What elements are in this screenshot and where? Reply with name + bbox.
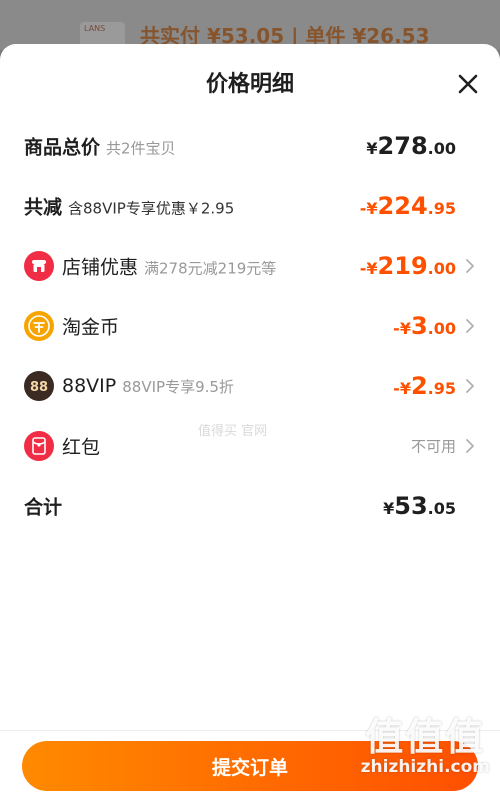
watermark-logo-text: 值值值 (365, 715, 486, 759)
site-watermark: 值值值 zhizhizhi.com (361, 717, 490, 777)
row-grand-total: 合计 ¥53.05 (24, 486, 476, 526)
row-total-price: 商品总价 共2件宝贝 ¥278.00 (24, 126, 476, 166)
store-discount-amount: -¥219.00 (359, 252, 456, 280)
faint-overlay-text: 值得买 官网 (198, 424, 268, 439)
chevron-right-icon (466, 439, 474, 453)
row-sub: 88VIP专享9.5折 (122, 378, 234, 396)
88vip-amount: -¥2.95 (393, 372, 456, 400)
close-icon (458, 74, 478, 94)
gold-coin-amount: -¥3.00 (393, 312, 456, 340)
row-label: 红包 (62, 436, 101, 459)
background-order-summary: LANS 共实付 ¥53.05 | 单件 ¥26.53 (0, 0, 500, 50)
row-label: 88VIP (62, 375, 117, 397)
88vip-icon: 88 (24, 371, 54, 401)
row-label: 商品总价 (24, 136, 101, 159)
row-label: 店铺优惠 (62, 256, 139, 279)
grand-total-amount: ¥53.05 (383, 492, 456, 520)
row-label: 淘金币 (62, 316, 120, 339)
watermark-url: zhizhizhi.com (360, 757, 490, 777)
total-price-amount: ¥278.00 (366, 132, 456, 160)
row-sub: 满278元减219元等 (144, 259, 277, 278)
chevron-right-icon (466, 379, 474, 393)
chevron-right-icon (466, 319, 474, 333)
price-detail-sheet: 价格明细 商品总价 共2件宝贝 ¥278.00 共减 含88VIP专享优惠￥2.95… (0, 44, 500, 793)
row-gold-coin[interactable]: 淘金币 -¥3.00 (24, 306, 476, 346)
close-button[interactable] (454, 70, 482, 98)
row-sub: 共2件宝贝 (106, 139, 176, 158)
row-88vip[interactable]: 88 88VIP 88VIP专享9.5折 -¥2.95 (24, 366, 476, 406)
row-store-discount[interactable]: 店铺优惠 满278元减219元等 -¥219.00 (24, 246, 476, 286)
chevron-right-icon (466, 259, 474, 273)
red-packet-status: 不可用 (410, 437, 456, 456)
gold-coin-icon (24, 311, 54, 341)
row-label: 合计 (24, 496, 63, 519)
sheet-title: 价格明细 (205, 72, 294, 97)
row-total-reduction: 共减 含88VIP专享优惠￥2.95 -¥224.95 (24, 186, 476, 226)
store-icon (24, 251, 54, 281)
red-packet-icon (24, 431, 54, 461)
row-sub: 含88VIP专享优惠￥2.95 (68, 199, 235, 218)
total-reduction-amount: -¥224.95 (359, 192, 456, 220)
thumbnail-brand-text: LANS (84, 24, 106, 33)
row-label: 共减 (24, 196, 63, 219)
svg-text:88: 88 (30, 380, 48, 395)
